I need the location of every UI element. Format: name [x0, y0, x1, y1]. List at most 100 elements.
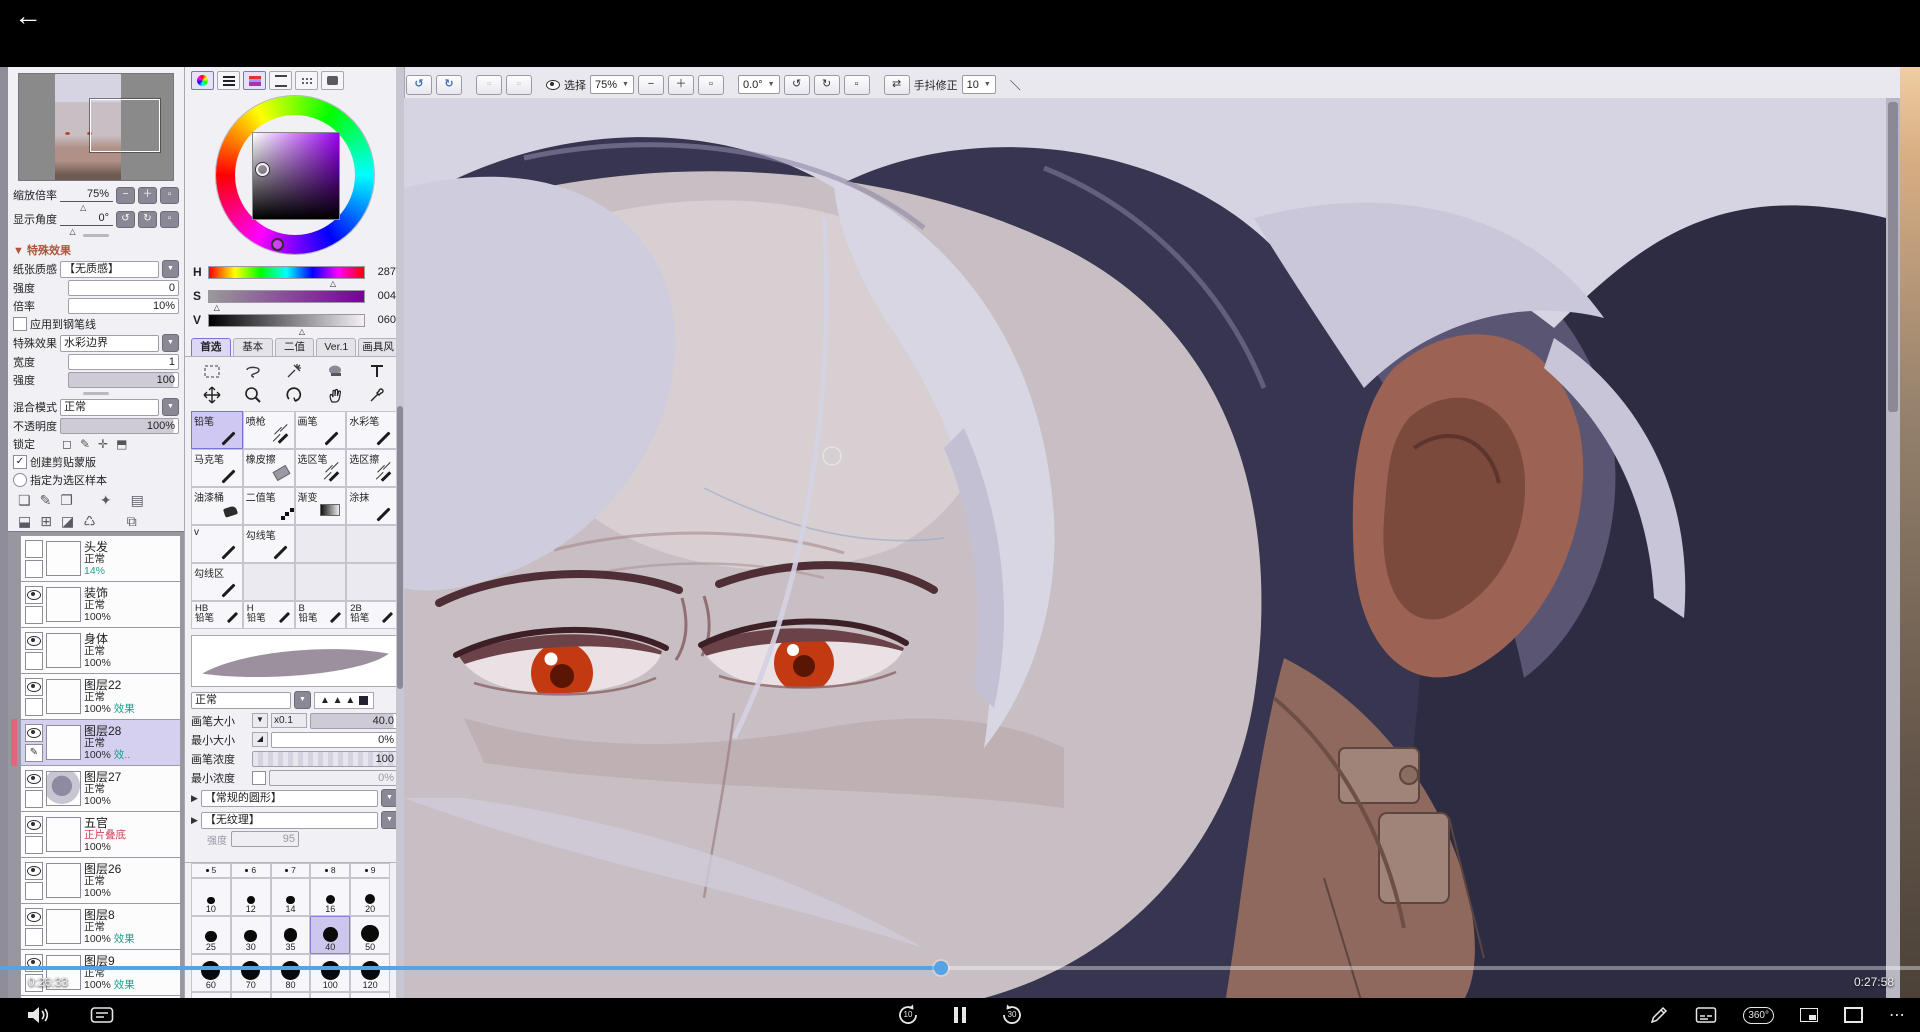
lock-transparency-icon[interactable]: ◻: [62, 437, 72, 451]
brush-blend-dropdown-icon[interactable]: ▼: [294, 691, 311, 709]
effect-strength-slider[interactable]: 100: [68, 372, 179, 388]
edit-icon[interactable]: [1649, 1005, 1669, 1025]
rotate-reset-button[interactable]: ▫: [160, 211, 179, 228]
size-6[interactable]: 6: [231, 863, 271, 878]
clipboard-icon[interactable]: ▤: [131, 492, 144, 509]
swatches-tab[interactable]: [295, 71, 318, 90]
tab-基本[interactable]: 基本: [233, 338, 273, 356]
color-wheel-tab[interactable]: [191, 71, 214, 90]
size-25[interactable]: 25: [191, 916, 231, 954]
brush-马克笔[interactable]: 马克笔: [191, 449, 243, 487]
texture-strength-input[interactable]: 95: [231, 831, 299, 847]
shape-expand-icon[interactable]: ▶: [191, 793, 198, 804]
zoom-reset-button[interactable]: ▫: [160, 187, 179, 204]
preset-HB-pencil[interactable]: HB铅笔: [191, 601, 243, 629]
size-12[interactable]: 12: [231, 878, 271, 916]
deselect-button[interactable]: ▫: [476, 75, 502, 95]
brush-橡皮擦[interactable]: 橡皮擦: [243, 449, 295, 487]
nav-zoom-slider[interactable]: 75%△: [60, 188, 113, 202]
rotate-cw-button[interactable]: ↻: [138, 211, 157, 228]
special-effects-header[interactable]: ▼ 特殊效果: [8, 239, 184, 259]
canvas-scrollbar[interactable]: [1886, 98, 1900, 1010]
sv-square[interactable]: [252, 132, 340, 220]
min-density-input[interactable]: 0%: [269, 770, 398, 786]
color-mixer-tab[interactable]: [269, 71, 292, 90]
more-options-icon[interactable]: ⋯: [1889, 1005, 1906, 1025]
brush-size-multiplier[interactable]: x0.1: [271, 713, 307, 728]
brush-二值笔[interactable]: 二值笔: [243, 487, 295, 525]
layer-row-图层26[interactable]: 图层26正常100%: [20, 858, 181, 904]
size-10[interactable]: 10: [191, 878, 231, 916]
size-50[interactable]: 50: [350, 916, 390, 954]
layer-row-图层22[interactable]: 图层22正常100% 效果: [20, 674, 181, 720]
size-80[interactable]: 80: [271, 954, 311, 992]
layer-edit-indicator[interactable]: [25, 882, 43, 900]
size-60[interactable]: 60: [191, 954, 231, 992]
size-14[interactable]: 14: [271, 878, 311, 916]
sv-marker[interactable]: [256, 163, 269, 176]
brush-画笔[interactable]: 画笔: [295, 411, 347, 449]
eyedropper-tool[interactable]: [357, 383, 398, 407]
toolbar-rotate-ccw-button[interactable]: ↺: [784, 75, 810, 95]
angle-select[interactable]: 0.0°▼: [738, 75, 780, 94]
size-70[interactable]: 70: [231, 954, 271, 992]
pause-button[interactable]: [950, 1004, 970, 1026]
min-size-input[interactable]: 0%: [271, 732, 398, 748]
effect-type-dropdown-icon[interactable]: ▼: [162, 334, 179, 352]
zoom-select[interactable]: 75%▼: [590, 75, 634, 94]
nav-angle-slider[interactable]: 0°△: [60, 212, 113, 226]
size-30[interactable]: 30: [231, 916, 271, 954]
tab-首选[interactable]: 首选: [191, 338, 231, 356]
preset-H-pencil[interactable]: H铅笔: [243, 601, 295, 629]
layer-visibility-toggle[interactable]: [25, 724, 43, 742]
min-size-pressure-icon[interactable]: ◢: [252, 732, 268, 747]
layer-row-图层9[interactable]: 图层9正常100% 效果: [20, 950, 181, 996]
clear-layer-icon[interactable]: ◪: [61, 513, 74, 530]
paper-texture-dropdown-icon[interactable]: ▼: [162, 260, 179, 278]
layer-edit-indicator[interactable]: ✎: [25, 744, 43, 762]
layer-visibility-toggle[interactable]: [25, 770, 43, 788]
undo-button[interactable]: ↺: [406, 75, 432, 95]
preset-2B-pencil[interactable]: 2B铅笔: [346, 601, 398, 629]
hue-slider[interactable]: △: [208, 266, 365, 279]
fullscreen-icon[interactable]: [1844, 1007, 1863, 1023]
brush-texture-select[interactable]: 【无纹理】: [201, 812, 378, 829]
size-100[interactable]: 100: [310, 954, 350, 992]
zoom-in-button[interactable]: ＋: [138, 187, 157, 204]
zoom-tool[interactable]: [232, 383, 273, 407]
scratchpad-tab[interactable]: [321, 71, 344, 90]
copy-layer-icon[interactable]: ⧉: [127, 513, 137, 530]
layer-row-图层28[interactable]: ✎图层28正常100% 效..: [20, 720, 181, 766]
layer-visibility-toggle[interactable]: [25, 540, 43, 558]
invert-selection-button[interactable]: ▫: [506, 75, 532, 95]
brush-shape-select[interactable]: 【常规的圆形】: [201, 790, 378, 807]
layer-thumbnail[interactable]: [46, 909, 81, 944]
mid-panel-scrollbar[interactable]: [396, 67, 404, 1010]
brush-涂抹[interactable]: 涂抹: [346, 487, 398, 525]
mini-player-icon[interactable]: [1800, 1008, 1818, 1022]
toolbar-zoom-in-button[interactable]: ＋: [668, 75, 694, 95]
paper-scale-input[interactable]: 10%: [68, 298, 179, 314]
text-tool[interactable]: [357, 359, 398, 383]
toolbar-rotate-reset-button[interactable]: ▫: [844, 75, 870, 95]
preset-B-pencil[interactable]: B铅笔: [295, 601, 347, 629]
tab-Ver.1[interactable]: Ver.1: [316, 338, 356, 356]
apply-to-linework-checkbox[interactable]: [13, 317, 27, 331]
paper-strength-input[interactable]: 0: [68, 280, 179, 296]
layer-thumbnail[interactable]: [46, 771, 81, 806]
saturation-slider[interactable]: △: [208, 290, 365, 303]
color-blob-tool[interactable]: [315, 359, 356, 383]
delete-layer-icon[interactable]: ♺: [83, 513, 96, 530]
redo-button[interactable]: ↻: [436, 75, 462, 95]
brush-v[interactable]: v: [191, 525, 243, 563]
layer-row-五官[interactable]: 五官正片叠底100%: [20, 812, 181, 858]
canvas[interactable]: [404, 98, 1886, 1010]
lock-all-icon[interactable]: ⬒: [116, 437, 127, 451]
volume-icon[interactable]: [26, 1005, 50, 1025]
lock-move-icon[interactable]: ✛: [98, 437, 108, 451]
hand-tool[interactable]: [315, 383, 356, 407]
blend-mode-dropdown-icon[interactable]: ▼: [162, 398, 179, 416]
brush-empty-slot[interactable]: [346, 525, 398, 563]
min-density-checkbox[interactable]: [252, 771, 266, 785]
size-16[interactable]: 16: [310, 878, 350, 916]
